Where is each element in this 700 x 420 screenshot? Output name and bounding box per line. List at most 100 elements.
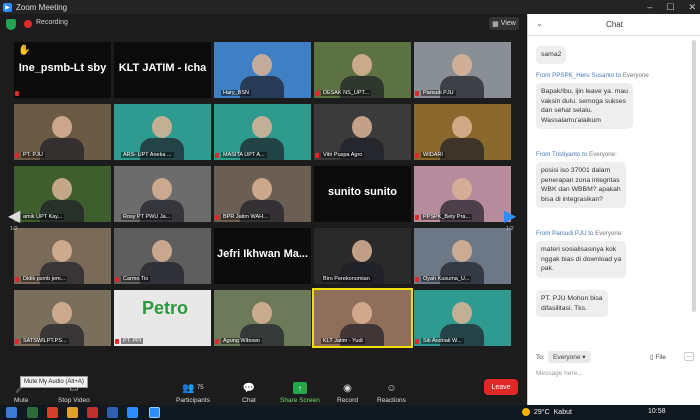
chevron-down-icon[interactable]: ⌄ <box>536 19 543 28</box>
video-tile[interactable]: sunito sunito <box>314 166 411 222</box>
chat-message: posisi iso 37001 dalam penerapan zona in… <box>536 162 626 208</box>
chat-scrollbar[interactable] <box>692 40 696 312</box>
participant-video <box>352 116 372 138</box>
participant-video <box>352 240 372 262</box>
chat-message: PT. PJU Mohon bisa difasilitasi. Tks. <box>536 290 608 317</box>
video-tile[interactable]: Parsudi PJU <box>414 42 511 98</box>
participant-name: WIDARI <box>421 152 445 158</box>
minimize-icon[interactable]: – <box>647 2 652 12</box>
video-tile[interactable]: Ine_psmb-Lt sby ✋ <box>14 42 111 98</box>
video-tile[interactable]: PPSPK_Bety Pra... <box>414 166 511 222</box>
participants-button[interactable]: 👥 75 Participants <box>176 372 210 405</box>
chat-sender: From Tristiyanto to Everyone: <box>536 151 617 158</box>
chat-header: ⌄ Chat <box>528 14 700 36</box>
video-tile[interactable]: WIDARI <box>414 104 511 160</box>
participant-video <box>452 178 472 200</box>
share-screen-label: Share Screen <box>280 397 320 404</box>
video-tile[interactable]: Biro Perekonomian <box>314 228 411 284</box>
participant-name: Parsudi PJU <box>421 90 456 96</box>
reactions-button[interactable]: ☺ Reactions <box>377 372 406 405</box>
video-tile[interactable]: Carmo Tio <box>114 228 211 284</box>
title-bar: ▶ Zoom Meeting – ☐ ✕ <box>0 0 700 14</box>
view-label: View <box>500 20 516 27</box>
participant-display-name: sunito sunito <box>327 186 398 198</box>
video-tile[interactable]: Didik psmb jem... <box>14 228 111 284</box>
recipient: Everyone <box>622 72 649 79</box>
taskbar-app-icon[interactable] <box>67 407 78 418</box>
chat-message: materi sosialisasinya kok nggak bias di … <box>536 241 627 278</box>
recipient-value: Everyone <box>553 354 581 361</box>
taskbar-app-icon[interactable] <box>27 407 38 418</box>
video-tile[interactable]: Siti Andriati W... <box>414 290 511 346</box>
taskbar-app-icon[interactable] <box>47 407 58 418</box>
video-tile[interactable]: ARS- UPT Aneka ... <box>114 104 211 160</box>
start-icon[interactable] <box>6 407 17 418</box>
video-tile[interactable]: Vitri Puspa Agro <box>314 104 411 160</box>
video-tile[interactable]: Petro PT. PPI <box>114 290 211 346</box>
participant-video <box>52 302 72 324</box>
chat-title: Chat <box>606 20 623 29</box>
file-button[interactable]: ▯ File <box>650 353 666 361</box>
chat-input[interactable]: Message here... <box>536 370 583 377</box>
sender-name: From Tristiyanto <box>536 151 581 158</box>
recipient: Everyone: <box>595 230 624 237</box>
participant-name: KLT Jatim - Yudi <box>321 338 365 344</box>
security-shield-icon[interactable] <box>6 19 16 30</box>
muted-mic-icon <box>415 277 419 282</box>
prev-page-icon[interactable]: ◀ <box>8 206 20 226</box>
record-label: Record <box>337 397 358 404</box>
share-screen-button[interactable]: ↑ Share Screen <box>280 372 320 404</box>
muted-mic-icon <box>415 215 419 220</box>
video-tile[interactable]: Oyah Kusuma_U... <box>414 228 511 284</box>
participant-name: Agung Wibowo <box>221 338 262 344</box>
taskbar-app-icon[interactable] <box>127 407 138 418</box>
zoom-logo-icon: ▶ <box>3 2 12 12</box>
maximize-icon[interactable]: ☐ <box>666 2 674 13</box>
participant-name: SATSWILPT.PS... <box>21 338 69 344</box>
leave-button[interactable]: Leave <box>484 379 518 395</box>
participant-video <box>152 178 172 200</box>
participant-video <box>452 116 472 138</box>
participant-name: Oyah Kusuma_U... <box>421 276 472 282</box>
muted-mic-icon <box>415 91 419 96</box>
video-tile[interactable]: Hary_BSN <box>214 42 311 98</box>
chat-messages: sama2 From PPSPK_Heru Susanto to Everyon… <box>528 38 696 338</box>
video-tile[interactable]: Agung Wibowo <box>214 290 311 346</box>
participant-display-name: KLT JATIM - Icha <box>118 62 207 74</box>
chat-button[interactable]: 💬 Chat <box>242 372 256 405</box>
recipient-select[interactable]: Everyone ▾ <box>548 351 591 363</box>
windows-taskbar: 29°C Kabut 10:58 <box>0 405 700 420</box>
weather-widget[interactable]: 29°C Kabut <box>522 408 572 416</box>
video-tile[interactable]: BPR Jatim WAH... <box>214 166 311 222</box>
participant-body <box>440 138 484 160</box>
reactions-icon: ☺ <box>386 382 397 394</box>
participant-name: PT. PJU <box>21 152 45 158</box>
video-tile[interactable]: MASITA UPT A... <box>214 104 311 160</box>
next-page-icon[interactable]: ▶ <box>504 206 516 226</box>
video-tile[interactable]: Rosy PT PWU Ja... <box>114 166 211 222</box>
chat-recipient-bar: To: Everyone ▾ ▯ File … <box>528 349 700 367</box>
taskbar-app-icon[interactable] <box>87 407 98 418</box>
video-tile[interactable]: DESAK NS_UPT... <box>314 42 411 98</box>
video-tile[interactable]: amik UPT Kay... <box>14 166 111 222</box>
video-tile[interactable]: KLT Jatim - Yudi <box>312 288 413 348</box>
participant-display-name: Jefri Ikhwan Ma... <box>216 248 309 260</box>
view-button[interactable]: ▦ View <box>489 17 519 30</box>
zoom-taskbar-icon[interactable] <box>149 407 160 418</box>
participant-video <box>52 178 72 200</box>
video-tile[interactable]: Jefri Ikhwan Ma... <box>214 228 311 284</box>
video-tile[interactable]: PT. PJU <box>14 104 111 160</box>
taskbar-app-icon[interactable] <box>107 407 118 418</box>
muted-mic-icon <box>15 153 19 158</box>
video-tile[interactable]: SATSWILPT.PS... <box>14 290 111 346</box>
participant-name: MASITA UPT A... <box>221 152 267 158</box>
muted-mic-icon <box>215 339 219 344</box>
muted-mic-icon <box>415 339 419 344</box>
record-button[interactable]: ◉ Record <box>337 372 358 405</box>
muted-mic-icon <box>415 153 419 158</box>
participant-name: BPR Jatim WAH... <box>221 214 270 220</box>
participant-name: DESAK NS_UPT... <box>321 90 371 96</box>
video-tile[interactable]: KLT JATIM - Icha <box>114 42 211 98</box>
close-icon[interactable]: ✕ <box>688 2 696 13</box>
more-options-icon[interactable]: … <box>684 352 694 361</box>
